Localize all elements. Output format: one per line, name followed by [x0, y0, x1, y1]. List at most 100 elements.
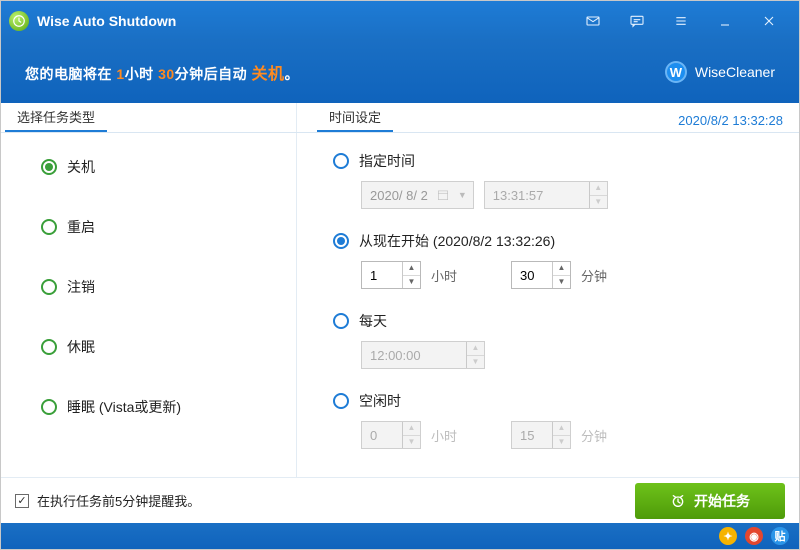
summary-prefix: 您的电脑将在: [25, 66, 112, 82]
footer: ✓ 在执行任务前5分钟提醒我。 开始任务: [1, 477, 799, 523]
radio-icon: [41, 399, 57, 415]
spinner-up-icon[interactable]: ▲: [553, 422, 570, 436]
reminder-label: 在执行任务前5分钟提醒我。: [37, 491, 200, 510]
summary-hours-unit: 小时: [125, 66, 154, 82]
task-label: 重启: [67, 217, 95, 237]
statusbar-badge-1[interactable]: ✦: [719, 527, 737, 545]
summary-mins: 30: [158, 66, 175, 82]
timing-option-specified[interactable]: 指定时间: [333, 151, 775, 171]
timing-option-idle[interactable]: 空闲时: [333, 391, 775, 411]
brand-link[interactable]: W WiseCleaner: [665, 61, 775, 83]
daily-controls: ▲▼: [333, 341, 775, 369]
radio-icon: [333, 313, 349, 329]
specified-time-value[interactable]: [485, 182, 589, 208]
daily-time-value[interactable]: [362, 342, 466, 368]
task-option-hibernate[interactable]: 休眠: [41, 337, 280, 357]
daily-time-input[interactable]: ▲▼: [361, 341, 485, 369]
mins-unit-label: 分钟: [581, 266, 607, 285]
radio-icon: [333, 153, 349, 169]
timing-group-from-now: 从现在开始 (2020/8/2 13:32:26) ▲▼ 小时 ▲▼ 分钟: [333, 231, 775, 289]
app-window: Wise Auto Shutdown 您的电脑将在 1小时 30分钟后自动 关机…: [0, 0, 800, 550]
task-label: 休眠: [67, 337, 95, 357]
mins-unit-label: 分钟: [581, 426, 607, 445]
summary-action: 关机: [252, 66, 285, 83]
statusbar-badge-weibo[interactable]: ◉: [745, 527, 763, 545]
time-settings-panel: 指定时间 2020/ 8/ 2 ▼ ▲▼ 从: [297, 133, 799, 477]
close-icon[interactable]: [747, 1, 791, 41]
radio-icon: [41, 219, 57, 235]
specified-date-picker[interactable]: 2020/ 8/ 2 ▼: [361, 181, 474, 209]
app-title: Wise Auto Shutdown: [37, 13, 176, 29]
timing-group-specified: 指定时间 2020/ 8/ 2 ▼ ▲▼: [333, 151, 775, 209]
spinner-down-icon[interactable]: ▼: [403, 276, 420, 289]
start-task-button[interactable]: 开始任务: [635, 483, 785, 519]
spinner-down-icon[interactable]: ▼: [403, 436, 420, 449]
titlebar: Wise Auto Shutdown: [1, 1, 799, 41]
idle-mins-value[interactable]: [512, 422, 552, 448]
spinner-up-icon[interactable]: ▲: [403, 422, 420, 436]
specified-controls: 2020/ 8/ 2 ▼ ▲▼: [333, 181, 775, 209]
from-now-mins-input[interactable]: ▲▼: [511, 261, 571, 289]
radio-icon: [41, 159, 57, 175]
section-title-time: 时间设定: [317, 101, 393, 132]
reminder-checkbox[interactable]: ✓: [15, 494, 29, 508]
summary-mins-unit: 分钟后自动: [175, 66, 248, 82]
task-label: 关机: [67, 157, 95, 177]
task-option-shutdown[interactable]: 关机: [41, 157, 280, 177]
spinner-up-icon[interactable]: ▲: [553, 262, 570, 276]
menu-icon[interactable]: [659, 1, 703, 41]
task-option-restart[interactable]: 重启: [41, 217, 280, 237]
timing-label: 指定时间: [359, 151, 415, 171]
start-button-label: 开始任务: [694, 491, 750, 511]
section-title-task: 选择任务类型: [5, 101, 107, 132]
timing-group-daily: 每天 ▲▼: [333, 311, 775, 369]
summary-text: 您的电脑将在 1小时 30分钟后自动 关机。: [25, 60, 299, 84]
from-now-hours-value[interactable]: [362, 262, 402, 288]
idle-hours-input[interactable]: ▲▼: [361, 421, 421, 449]
brand-label: WiseCleaner: [695, 64, 775, 80]
radio-icon: [41, 279, 57, 295]
specified-date-value: 2020/ 8/ 2: [370, 188, 428, 203]
task-option-sleep[interactable]: 睡眠 (Vista或更新): [41, 397, 280, 417]
summary-suffix: 。: [285, 66, 300, 82]
timing-group-idle: 空闲时 ▲▼ 小时 ▲▼ 分钟: [333, 391, 775, 449]
minimize-icon[interactable]: [703, 1, 747, 41]
task-label: 睡眠 (Vista或更新): [67, 397, 181, 417]
calendar-icon: [436, 188, 450, 202]
timing-option-daily[interactable]: 每天: [333, 311, 775, 331]
status-bar: ✦ ◉ 贴: [1, 523, 799, 549]
spinner-up-icon[interactable]: ▲: [467, 342, 484, 356]
radio-icon: [41, 339, 57, 355]
task-label: 注销: [67, 277, 95, 297]
spinner-up-icon[interactable]: ▲: [403, 262, 420, 276]
hours-unit-label: 小时: [431, 426, 457, 445]
alarm-icon: [670, 493, 686, 509]
task-type-panel: 关机 重启 注销 休眠 睡眠 (Vista或更新): [1, 133, 297, 477]
timing-option-from-now[interactable]: 从现在开始 (2020/8/2 13:32:26): [333, 231, 775, 251]
radio-icon: [333, 233, 349, 249]
from-now-mins-value[interactable]: [512, 262, 552, 288]
spinner-down-icon[interactable]: ▼: [467, 356, 484, 369]
current-time-display: 2020/8/2 13:32:28: [678, 113, 783, 132]
spinner-down-icon[interactable]: ▼: [553, 436, 570, 449]
from-now-hours-input[interactable]: ▲▼: [361, 261, 421, 289]
section-headers: 选择任务类型 时间设定 2020/8/2 13:32:28: [1, 103, 799, 133]
timing-label: 从现在开始 (2020/8/2 13:32:26): [359, 231, 555, 251]
idle-hours-value[interactable]: [362, 422, 402, 448]
feedback-icon[interactable]: [615, 1, 659, 41]
summary-hours: 1: [116, 66, 124, 82]
app-icon: [9, 11, 29, 31]
timing-label: 空闲时: [359, 391, 401, 411]
mail-icon[interactable]: [571, 1, 615, 41]
spinner-up-icon[interactable]: ▲: [590, 182, 607, 196]
spinner-down-icon[interactable]: ▼: [590, 196, 607, 209]
brand-logo-icon: W: [665, 61, 687, 83]
spinner-down-icon[interactable]: ▼: [553, 276, 570, 289]
main-body: 关机 重启 注销 休眠 睡眠 (Vista或更新): [1, 133, 799, 477]
radio-icon: [333, 393, 349, 409]
idle-mins-input[interactable]: ▲▼: [511, 421, 571, 449]
task-option-logoff[interactable]: 注销: [41, 277, 280, 297]
statusbar-badge-tieba[interactable]: 贴: [771, 527, 789, 545]
specified-time-input[interactable]: ▲▼: [484, 181, 608, 209]
from-now-controls: ▲▼ 小时 ▲▼ 分钟: [333, 261, 775, 289]
